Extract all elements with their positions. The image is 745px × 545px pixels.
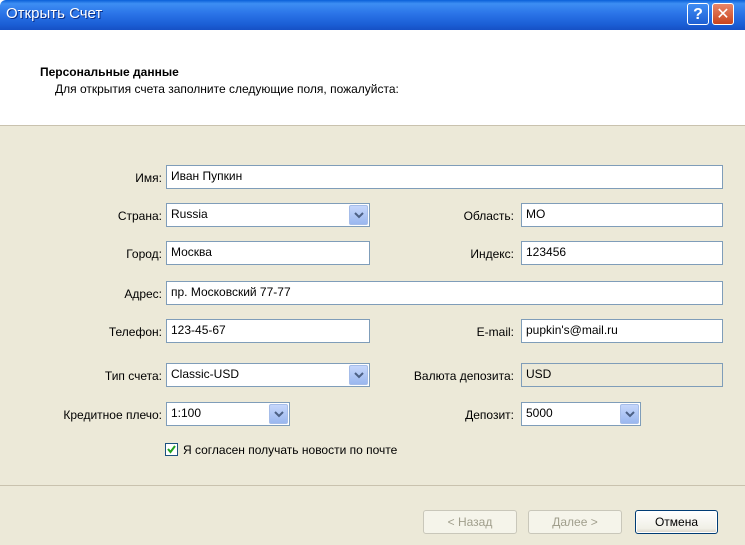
deposit-currency-label: Валюта депозита: xyxy=(413,369,514,383)
region-input[interactable]: МО xyxy=(521,203,723,227)
name-label: Имя: xyxy=(135,171,162,185)
deposit-value: 5000 xyxy=(526,406,553,420)
cancel-button[interactable]: Отмена xyxy=(635,510,718,534)
chevron-down-icon xyxy=(274,411,284,418)
country-dropdown-button[interactable] xyxy=(349,205,368,225)
account-type-value: Classic-USD xyxy=(171,367,240,381)
leverage-dropdown-button[interactable] xyxy=(269,404,288,424)
wizard-footer: < Назад Далее > Отмена xyxy=(0,485,745,545)
deposit-select[interactable]: 5000 xyxy=(521,402,641,426)
deposit-label: Депозит: xyxy=(465,408,514,422)
window-title: Открыть Счет xyxy=(6,5,103,22)
newsletter-label[interactable]: Я согласен получать новости по почте xyxy=(183,443,397,457)
phone-input[interactable]: 123-45-67 xyxy=(166,319,370,343)
section-subtitle: Для открытия счета заполните следующие п… xyxy=(55,82,399,96)
chevron-down-icon xyxy=(354,212,364,219)
next-button[interactable]: Далее > xyxy=(528,510,622,534)
account-type-label: Тип счета: xyxy=(104,369,162,383)
newsletter-checkbox[interactable] xyxy=(165,443,178,456)
title-bar: Открыть Счет ? ✕ xyxy=(0,0,745,30)
help-button[interactable]: ? xyxy=(687,3,709,25)
chevron-down-icon xyxy=(625,411,635,418)
back-button[interactable]: < Назад xyxy=(423,510,517,534)
close-button[interactable]: ✕ xyxy=(712,3,734,25)
open-account-window: Открыть Счет ? ✕ Персональные данные Для… xyxy=(0,0,745,545)
help-icon: ? xyxy=(693,6,703,23)
phone-label: Телефон: xyxy=(108,325,162,339)
wizard-header: Персональные данные Для открытия счета з… xyxy=(0,30,745,126)
deposit-dropdown-button[interactable] xyxy=(620,404,639,424)
close-icon: ✕ xyxy=(716,6,730,23)
leverage-select[interactable]: 1:100 xyxy=(166,402,290,426)
zip-label: Индекс: xyxy=(470,247,514,261)
form-area: Имя: Иван Пупкин Страна: Russia Область:… xyxy=(0,126,745,485)
leverage-label: Кредитное плечо: xyxy=(63,408,162,422)
section-title: Персональные данные xyxy=(40,65,179,79)
chevron-down-icon xyxy=(354,372,364,379)
city-label: Город: xyxy=(126,247,162,261)
email-input[interactable]: pupkin's@mail.ru xyxy=(521,319,723,343)
name-input[interactable]: Иван Пупкин xyxy=(166,165,723,189)
account-type-dropdown-button[interactable] xyxy=(349,365,368,385)
address-label: Адрес: xyxy=(124,287,162,301)
account-type-select[interactable]: Classic-USD xyxy=(166,363,370,387)
leverage-value: 1:100 xyxy=(171,406,202,420)
checkmark-icon xyxy=(167,445,176,454)
country-select[interactable]: Russia xyxy=(166,203,370,227)
email-label: E-mail: xyxy=(476,325,514,339)
region-label: Область: xyxy=(463,209,514,223)
deposit-currency-field: USD xyxy=(521,363,723,387)
country-value: Russia xyxy=(171,207,208,221)
city-input[interactable]: Москва xyxy=(166,241,370,265)
country-label: Страна: xyxy=(117,209,162,223)
zip-input[interactable]: 123456 xyxy=(521,241,723,265)
address-input[interactable]: пр. Московский 77-77 xyxy=(166,281,723,305)
